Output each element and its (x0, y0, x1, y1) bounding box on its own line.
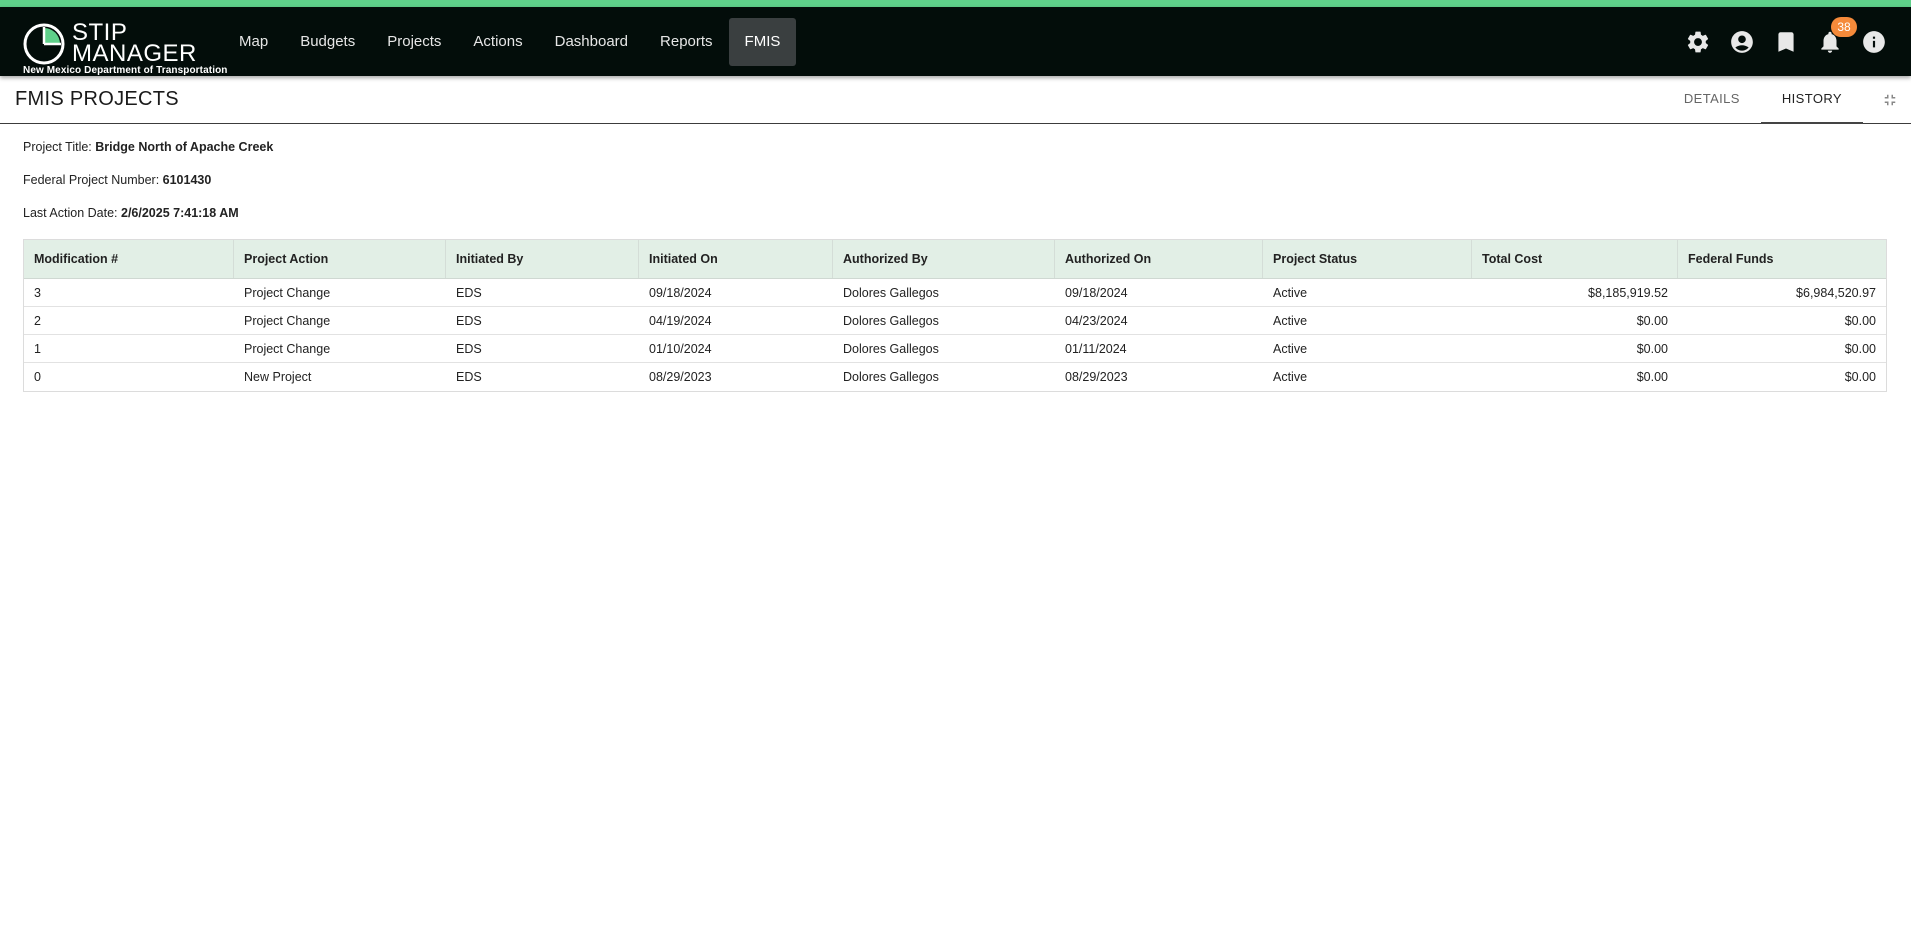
cell-total-cost: $8,185,919.52 (1588, 286, 1668, 300)
cell-authorized-by: Dolores Gallegos (843, 370, 939, 384)
settings-button[interactable] (1683, 27, 1713, 57)
history-table: Modification # Project Action Initiated … (23, 239, 1887, 392)
tab-history[interactable]: HISTORY (1760, 76, 1863, 124)
nav-budgets[interactable]: Budgets (284, 18, 371, 66)
gear-icon (1687, 31, 1709, 53)
cell-authorized-by: Dolores Gallegos (843, 342, 939, 356)
cell-total-cost: $0.00 (1636, 342, 1668, 356)
cell-initiated-by: EDS (456, 370, 482, 384)
collapse-icon[interactable] (1881, 91, 1899, 109)
column-header-initiated-on[interactable]: Initiated On (639, 240, 833, 278)
nav-reports[interactable]: Reports (644, 18, 729, 66)
top-accent-stripe (0, 0, 1911, 7)
column-header-total-cost[interactable]: Total Cost (1472, 240, 1678, 278)
pie-chart-logo-icon (23, 23, 65, 65)
cell-total-cost: $0.00 (1636, 370, 1668, 384)
cell-initiated-by: EDS (456, 314, 482, 328)
cell-initiated-on: 08/29/2023 (649, 370, 712, 384)
info-icon (1863, 31, 1885, 53)
cell-initiated-by: EDS (456, 286, 482, 300)
cell-project-status: Active (1273, 286, 1308, 300)
table-row[interactable]: 3 Project Change EDS 09/18/2024 Dolores … (24, 279, 1886, 307)
cell-project-status: Active (1273, 314, 1308, 328)
cell-project-status: Active (1273, 342, 1308, 356)
table-row[interactable]: 0 New Project EDS 08/29/2023 Dolores Gal… (24, 363, 1886, 391)
stip-manager-logo[interactable]: STIP MANAGER New Mexico Department of Tr… (22, 15, 227, 77)
column-header-authorized-on[interactable]: Authorized On (1055, 240, 1263, 278)
cell-authorized-on: 08/29/2023 (1065, 370, 1128, 384)
page-tabs: DETAILS HISTORY (1663, 76, 1863, 124)
cell-initiated-on: 09/18/2024 (649, 286, 712, 300)
cell-authorized-by: Dolores Gallegos (843, 314, 939, 328)
page-title: FMIS PROJECTS (15, 88, 179, 110)
cell-federal-funds: $0.00 (1844, 370, 1876, 384)
column-header-modification[interactable]: Modification # (24, 240, 234, 278)
last-action-date-value: 2/6/2025 7:41:18 AM (121, 206, 239, 220)
table-row[interactable]: 2 Project Change EDS 04/19/2024 Dolores … (24, 307, 1886, 335)
federal-project-number-field: Federal Project Number: 6101430 (23, 173, 211, 187)
nav-fmis[interactable]: FMIS (728, 18, 797, 66)
cell-project-status: Active (1273, 370, 1308, 384)
last-action-date-label: Last Action Date: (23, 206, 118, 220)
cell-initiated-by: EDS (456, 342, 482, 356)
tab-details[interactable]: DETAILS (1663, 76, 1761, 124)
nav-projects[interactable]: Projects (371, 18, 457, 66)
column-header-initiated-by[interactable]: Initiated By (446, 240, 639, 278)
project-title-field: Project Title: Bridge North of Apache Cr… (23, 140, 273, 154)
last-action-date-field: Last Action Date: 2/6/2025 7:41:18 AM (23, 206, 239, 220)
notification-count-badge: 38 (1831, 17, 1857, 37)
cell-project-action: New Project (244, 370, 312, 384)
cell-initiated-on: 04/19/2024 (649, 314, 712, 328)
logo-text-manager: MANAGER (72, 40, 197, 67)
project-title-value: Bridge North of Apache Creek (95, 140, 274, 154)
cell-modification: 1 (34, 342, 41, 356)
navbar-icon-group: 38 (1683, 17, 1889, 57)
table-header-row: Modification # Project Action Initiated … (24, 240, 1886, 279)
cell-project-action: Project Change (244, 342, 331, 356)
table-row[interactable]: 1 Project Change EDS 01/10/2024 Dolores … (24, 335, 1886, 363)
nav-dashboard[interactable]: Dashboard (539, 18, 644, 66)
account-circle-icon (1731, 31, 1753, 53)
notifications-button[interactable]: 38 (1815, 17, 1857, 57)
column-header-project-action[interactable]: Project Action (234, 240, 446, 278)
info-button[interactable] (1859, 27, 1889, 57)
column-header-project-status[interactable]: Project Status (1263, 240, 1472, 278)
cell-modification: 0 (34, 370, 41, 384)
cell-project-action: Project Change (244, 286, 331, 300)
federal-project-number-value: 6101430 (162, 173, 212, 187)
column-header-authorized-by[interactable]: Authorized By (833, 240, 1055, 278)
bookmark-icon (1778, 32, 1794, 52)
cell-authorized-by: Dolores Gallegos (843, 286, 939, 300)
nav-map[interactable]: Map (223, 18, 284, 66)
nav-actions[interactable]: Actions (457, 18, 538, 66)
cell-authorized-on: 01/11/2024 (1065, 342, 1127, 356)
account-button[interactable] (1727, 27, 1757, 57)
page-header: FMIS PROJECTS DETAILS HISTORY (0, 76, 1911, 124)
bookmarks-button[interactable] (1771, 27, 1801, 57)
cell-authorized-on: 04/23/2024 (1065, 314, 1128, 328)
column-header-federal-funds[interactable]: Federal Funds (1678, 240, 1886, 278)
cell-initiated-on: 01/10/2024 (649, 342, 712, 356)
cell-modification: 2 (34, 314, 41, 328)
federal-project-number-label: Federal Project Number: (23, 173, 160, 187)
main-nav: Map Budgets Projects Actions Dashboard R… (223, 18, 797, 66)
cell-modification: 3 (34, 286, 41, 300)
cell-authorized-on: 09/18/2024 (1065, 286, 1128, 300)
cell-federal-funds: $0.00 (1844, 342, 1876, 356)
cell-federal-funds: $6,984,520.97 (1796, 286, 1876, 300)
logo-subtitle: New Mexico Department of Transportation (23, 65, 228, 76)
cell-total-cost: $0.00 (1636, 314, 1668, 328)
top-navbar: STIP MANAGER New Mexico Department of Tr… (0, 7, 1911, 76)
project-title-label: Project Title: (23, 140, 92, 154)
cell-federal-funds: $0.00 (1844, 314, 1876, 328)
cell-project-action: Project Change (244, 314, 331, 328)
